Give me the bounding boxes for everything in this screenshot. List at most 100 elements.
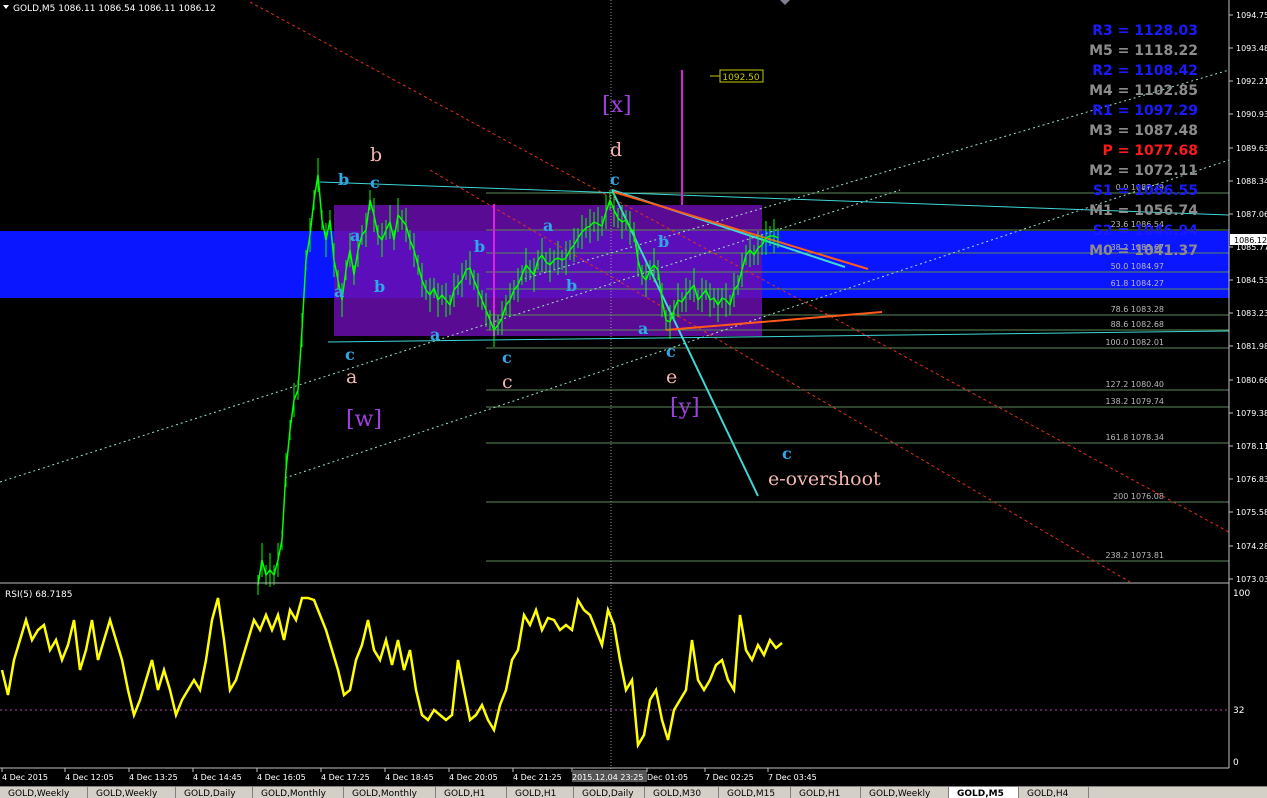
chart-tab-bar: GOLD,Weekly GOLD,Weekly GOLD,Daily GOLD,Mon… — [0, 786, 1267, 798]
wave-label: a — [543, 216, 553, 235]
price-tick-label: 1083.23 — [1236, 309, 1267, 318]
chart-tab[interactable]: GOLD,Daily — [176, 787, 253, 798]
pivot-level: P = 1077.68 — [1102, 143, 1198, 159]
wave-label: c — [666, 342, 676, 361]
price-tick-label: 1079.38 — [1236, 409, 1267, 418]
fib-level-label: 50.0 1084.97 — [1111, 262, 1164, 271]
rsi-label: RSI(5) 68.7185 — [5, 590, 72, 600]
pivot-level: R1 = 1097.29 — [1092, 103, 1198, 119]
chart-tab[interactable]: GOLD,Monthly — [344, 787, 436, 798]
pivot-level: S1 = 1066.55 — [1093, 183, 1198, 199]
trading-terminal: 0.0 1087.3923.6 1086.5438.2 1085.6750.0 … — [0, 0, 1267, 782]
time-tick-label: 4 Dec 21:25 — [513, 773, 562, 782]
pivot-level: R3 = 1128.03 — [1092, 23, 1198, 39]
wave-label: e — [666, 366, 677, 388]
chart-tab[interactable]: GOLD,H1 — [791, 787, 861, 798]
chart-tab[interactable]: GOLD,Monthly — [253, 787, 344, 798]
price-tick-label: 1094.75 — [1236, 11, 1267, 20]
fib-level-label: 127.2 1080.40 — [1105, 380, 1164, 389]
time-axis[interactable]: 4 Dec 2015 4 Dec 12:05 4 Dec 13:25 4 Dec 14… — [1, 768, 817, 782]
price-axis[interactable]: 1094.75 1093.48 1092.21 1090.93 1089.63 1088.… — [1229, 11, 1267, 584]
price-tag-label: 1092.50 — [722, 73, 759, 83]
chart-tab[interactable]: GOLD,Daily — [574, 787, 645, 798]
pivot-level: S2 = 1046.94 — [1093, 223, 1198, 239]
price-tick-label: 1084.53 — [1236, 276, 1267, 285]
wave-label: b — [374, 277, 385, 296]
wave-label: [x] — [602, 93, 632, 118]
fib-level-label: 61.8 1084.27 — [1111, 279, 1164, 288]
chart-tab[interactable]: GOLD,Weekly — [88, 787, 176, 798]
symbol-header: GOLD,M5 1086.11 1086.54 1086.11 1086.12 — [3, 4, 216, 14]
price-tick-label: 1080.66 — [1236, 376, 1267, 385]
time-tick-label: 4 Dec 20:05 — [449, 773, 498, 782]
pivot-levels-panel: R3 = 1128.03 M5 = 1118.22 R2 = 1108.42 M4 =… — [1089, 23, 1198, 259]
rsi-line — [0, 596, 783, 749]
price-tick-label: 1092.21 — [1236, 77, 1267, 86]
fib-level-label: 138.2 1079.74 — [1105, 397, 1164, 406]
pivot-level: M0 = 1041.37 — [1089, 243, 1198, 259]
wave-label: [y] — [670, 395, 700, 420]
chart-tab[interactable]: GOLD,M5 — [949, 787, 1019, 798]
time-tick-label: 4 Dec 16:05 — [257, 773, 306, 782]
chart-tab[interactable]: GOLD,M15 — [719, 787, 791, 798]
wave-label: a — [346, 366, 357, 388]
chart-tab[interactable]: GOLD,Weekly — [861, 787, 949, 798]
wave-label: c — [502, 348, 512, 367]
rsi-level-32: 32 — [1233, 706, 1244, 716]
price-tick-label: 1089.63 — [1236, 144, 1267, 153]
time-tick-label: 7 Dec 02:25 — [705, 773, 754, 782]
chart-tab[interactable]: GOLD,H4 — [1019, 787, 1089, 798]
price-tag[interactable]: 1092.50 — [710, 69, 764, 83]
wave-label: a — [334, 282, 344, 301]
wave-label: c — [502, 371, 513, 393]
wave-label: b — [658, 232, 669, 251]
time-tick-label: 4 Dec 13:25 — [129, 773, 178, 782]
wave-label: e-overshoot — [768, 468, 881, 490]
price-tick-label: 1090.93 — [1236, 110, 1267, 119]
rsi-level-100: 100 — [1233, 589, 1250, 599]
wave-label: c — [610, 170, 620, 189]
symbol-info: GOLD,M5 1086.11 1086.54 1086.11 1086.12 — [13, 4, 216, 14]
price-tick-label: 1075.58 — [1236, 508, 1267, 517]
wave-label: a — [638, 319, 648, 338]
fib-level-label: 88.6 1082.68 — [1111, 320, 1164, 329]
wave-label: b — [370, 144, 382, 166]
price-tick-label: 1081.98 — [1236, 342, 1267, 351]
shift-marker-icon[interactable] — [780, 0, 790, 5]
price-tick-label: 1074.28 — [1236, 542, 1267, 551]
rsi-panel[interactable]: RSI(5) 68.7185 100 32 0 — [0, 589, 1250, 768]
wave-label: c — [782, 444, 792, 463]
dropdown-arrow-icon[interactable] — [3, 5, 9, 9]
chart-tab[interactable]: GOLD,M30 — [645, 787, 719, 798]
price-chart[interactable]: 0.0 1087.3923.6 1086.5438.2 1085.6750.0 … — [0, 0, 1230, 780]
wave-label: d — [610, 139, 622, 161]
chart-tab[interactable]: GOLD,H1 — [507, 787, 574, 798]
fib-level-label: 238.2 1073.81 — [1105, 551, 1164, 560]
chart-tab[interactable]: GOLD,H1 — [436, 787, 507, 798]
price-tick-label: 1087.06 — [1236, 210, 1267, 219]
chart-tab[interactable]: GOLD,Weekly — [0, 787, 88, 798]
fib-level-label: 78.6 1083.28 — [1111, 305, 1164, 314]
price-tick-label: 1088.34 — [1236, 177, 1267, 186]
wave-label: c — [345, 345, 355, 364]
pivot-level: R2 = 1108.42 — [1092, 63, 1198, 79]
time-tick-label: 2015.12.04 23:25 — [572, 773, 643, 782]
price-tick-label: 1093.48 — [1236, 44, 1267, 53]
time-tick-label: 4 Dec 2015 — [2, 773, 48, 782]
time-tick-label: 4 Dec 18:45 — [385, 773, 434, 782]
fib-level-label: 200 1076.08 — [1113, 492, 1164, 501]
price-tick-label: 1076.83 — [1236, 475, 1267, 484]
time-tick-label: 4 Dec 17:25 — [321, 773, 370, 782]
pivot-level: M5 = 1118.22 — [1089, 43, 1198, 59]
rsi-level-0: 0 — [1233, 758, 1239, 768]
pivot-level: M3 = 1087.48 — [1089, 123, 1198, 139]
wave-label: b — [474, 237, 485, 256]
time-tick-label: 4 Dec 14:45 — [193, 773, 242, 782]
pivot-level: M4 = 1102.85 — [1089, 83, 1198, 99]
current-price-marker: 1086.12 — [1230, 234, 1267, 245]
pivot-level: M1 = 1056.74 — [1089, 203, 1198, 219]
time-tick-label: 7 Dec 03:45 — [768, 773, 817, 782]
wave-label: c — [370, 173, 380, 192]
wave-label: a — [350, 226, 360, 245]
wave-label: b — [566, 276, 577, 295]
